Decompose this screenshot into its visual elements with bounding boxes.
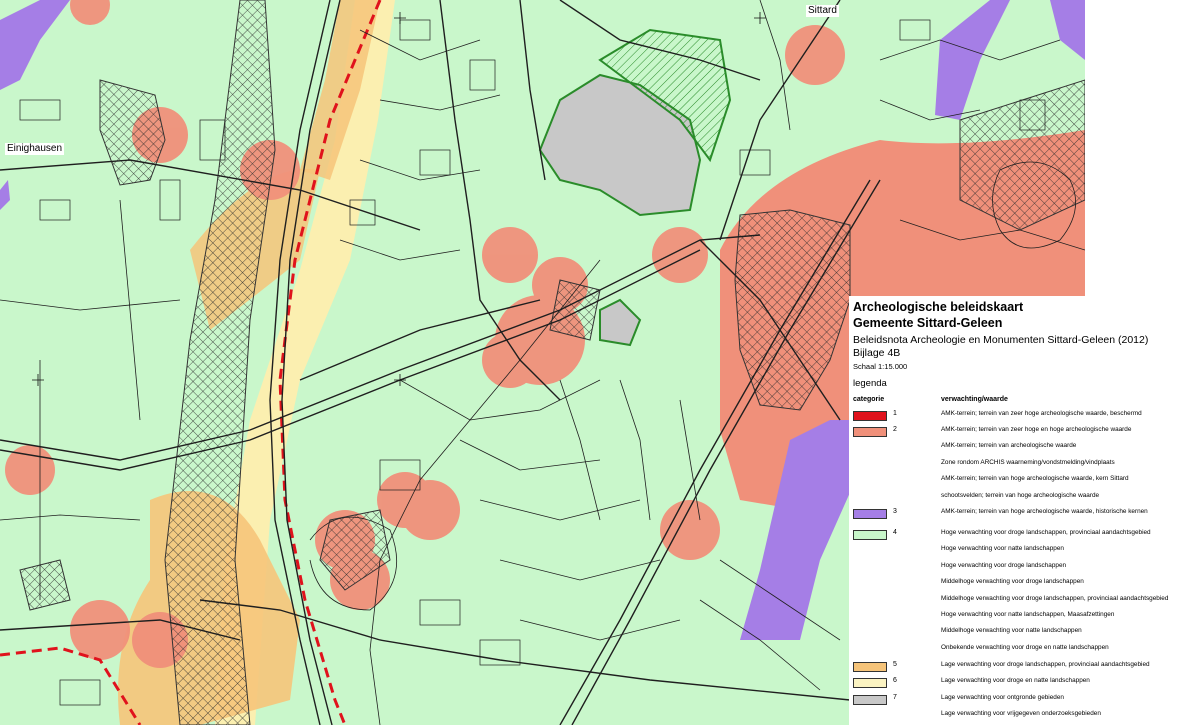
legend-description: Zone rondom ARCHIS waarneming/vondstmeld… [941,459,1115,466]
legend-row: 4 Hoge verwachting voor droge landschappe… [849,528,1180,542]
legend-row: 6 Lage verwachting voor droge en natte la… [849,676,1180,690]
legend-category-number: 7 [893,694,897,701]
legend-description: Lage verwachting voor droge landschappen… [941,661,1150,668]
legend-row: 5 Lage verwachting voor droge landschappe… [849,660,1180,674]
legend-description: Hoge verwachting voor natte landschappen [941,545,1064,552]
legend-row: Middelhoge verwachting voor droge landsc… [849,577,1180,591]
legend-row: 2 AMK-terrein; terrein van zeer hoge en h… [849,425,1180,439]
legend-description: Middelhoge verwachting voor droge landsc… [941,595,1169,602]
legend-description: Lage verwachting voor vrijgegeven onderz… [941,710,1101,717]
legend-description: schootsvelden; terrein van hoge archeolo… [941,492,1100,499]
legend-description: Onbekende verwachting voor droge en natt… [941,644,1109,651]
legend-row: Hoge verwachting voor droge landschappen [849,561,1180,575]
legend-category-number: 4 [893,529,897,536]
legend-description: AMK-terrein; terrein van archeologische … [941,442,1077,449]
legend-swatch [853,662,887,672]
legend-title: Archeologische beleidskaart [853,300,1024,314]
legend-annex: Bijlage 4B [853,347,901,359]
legend-description: Lage verwachting voor ontgronde gebieden [941,694,1064,701]
legend-description: Lage verwachting voor droge en natte lan… [941,677,1090,684]
map-legend: Archeologische beleidskaart Gemeente Sit… [849,296,1180,725]
legend-description: AMK-terrein; terrein van hoge archeologi… [941,475,1129,482]
legend-category-number: 1 [893,410,897,417]
legend-municipality: Gemeente Sittard-Geleen [853,316,1003,330]
legend-swatch [853,695,887,705]
legend-description: AMK-terrein; terrein van zeer hoge arche… [941,410,1142,417]
legend-scale: Schaal 1:15.000 [853,362,908,371]
legend-description: Middelhoge verwachting voor natte landsc… [941,627,1082,634]
legend-swatch [853,509,887,519]
legend-row: 1 AMK-terrein; terrein van zeer hoge arch… [849,409,1180,423]
legend-row: Hoge verwachting voor natte landschappen [849,544,1180,558]
legend-category-number: 2 [893,426,897,433]
legend-description: Hoge verwachting voor droge landschappen [941,562,1067,569]
legend-swatch [853,678,887,688]
legend-description: AMK-terrein; terrein van zeer hoge en ho… [941,426,1132,433]
legend-description: Middelhoge verwachting voor droge landsc… [941,578,1084,585]
legend-description: Hoge verwachting voor natte landschappen… [941,611,1115,618]
legend-row: Zone rondom ARCHIS waarneming/vondstmeld… [849,458,1180,472]
place-label-einighausen: Einighausen [5,143,65,155]
place-label-sittard: Sittard [806,5,839,17]
legend-swatch [853,530,887,540]
legend-row: AMK-terrein; terrein van archeologische … [849,441,1180,455]
legend-row: Middelhoge verwachting voor droge landsc… [849,594,1180,608]
legend-row: schootsvelden; terrein van hoge archeolo… [849,491,1180,505]
legend-description: Hoge verwachting voor droge landschappen… [941,529,1151,536]
legend-row: Onbekende verwachting voor droge en natt… [849,643,1180,657]
legend-row: Hoge verwachting voor natte landschappen… [849,610,1180,624]
legend-row: Middelhoge verwachting voor natte landsc… [849,626,1180,640]
legend-category-number: 3 [893,508,897,515]
legend-column-value: verwachting/waarde [941,396,1008,403]
legend-label: legenda [853,378,887,389]
legend-category-number: 6 [893,677,897,684]
legend-row: 7 Lage verwachting voor ontgronde gebiede… [849,693,1180,707]
legend-column-category: categorie [853,396,885,403]
legend-category-number: 5 [893,661,897,668]
legend-description: AMK-terrein; terrein van hoge archeologi… [941,508,1148,515]
legend-row: AMK-terrein; terrein van hoge archeologi… [849,474,1180,488]
legend-subtitle: Beleidsnota Archeologie en Monumenten Si… [853,334,1149,346]
legend-swatch [853,411,887,421]
legend-row: Lage verwachting voor vrijgegeven onderz… [849,709,1180,723]
legend-swatch [853,427,887,437]
legend-row: 3 AMK-terrein; terrein van hoge archeolog… [849,507,1180,521]
